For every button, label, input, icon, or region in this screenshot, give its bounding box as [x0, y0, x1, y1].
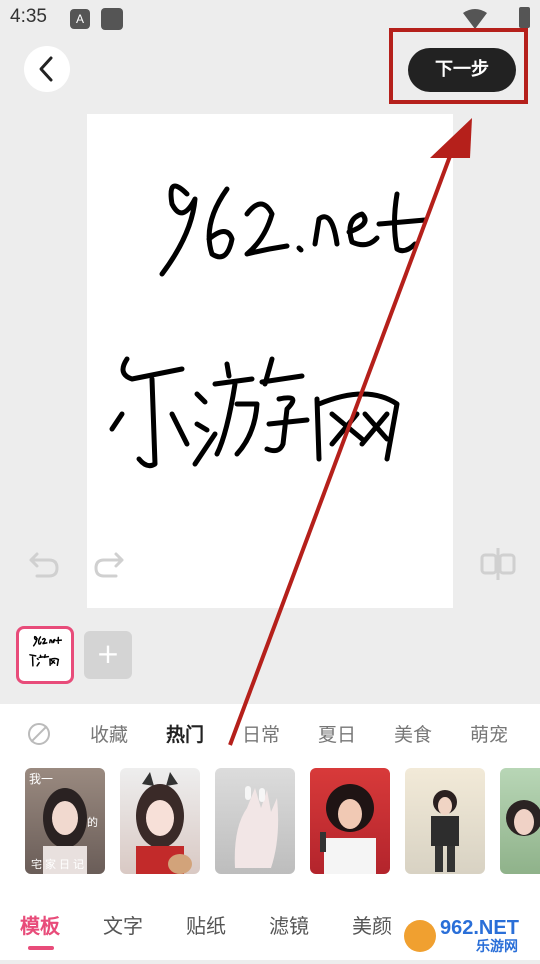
category-summer[interactable]: 夏日	[318, 720, 356, 747]
template-image-3	[234, 786, 279, 868]
tab-template[interactable]: 模板	[20, 910, 60, 939]
template-1-bottom-text: 宅家日记	[31, 858, 87, 871]
undo-icon[interactable]	[27, 546, 61, 580]
tab-text[interactable]: 文字	[103, 910, 143, 939]
status-bar: 4:35 A	[0, 0, 540, 38]
tab-filter[interactable]: 滤镜	[269, 910, 309, 939]
template-1-side-text: 的	[87, 816, 98, 829]
template-card-2[interactable]	[120, 768, 200, 874]
drawing-canvas[interactable]	[29, 114, 516, 608]
watermark: 962.NET 乐游网	[400, 906, 540, 960]
center-align-icon[interactable]	[480, 546, 516, 582]
template-card-6[interactable]	[500, 768, 540, 874]
notification-a-icon: A	[70, 9, 90, 29]
category-pets[interactable]: 萌宠	[470, 720, 508, 747]
template-card-1[interactable]: 我一 的 宅家日记	[25, 768, 105, 874]
template-card-3[interactable]	[215, 768, 295, 874]
template-image-6	[506, 800, 540, 836]
tab-sticker[interactable]: 贴纸	[186, 910, 226, 939]
template-image-2	[136, 772, 192, 874]
template-1-top-text: 我一	[29, 772, 54, 786]
plus-icon: +	[96, 637, 120, 670]
category-food[interactable]: 美食	[394, 720, 432, 747]
template-image-5	[431, 790, 459, 872]
category-daily[interactable]: 日常	[242, 720, 280, 747]
category-favorites[interactable]: 收藏	[90, 720, 128, 747]
notification-app-icon	[101, 8, 123, 30]
active-tab-indicator	[28, 946, 54, 950]
next-step-button[interactable]: 下一步	[408, 48, 516, 92]
tab-beauty[interactable]: 美颜	[352, 910, 392, 939]
template-image-4	[320, 784, 376, 874]
watermark-subtitle: 乐游网	[476, 939, 518, 955]
back-chevron-icon	[39, 56, 53, 82]
template-card-4[interactable]	[310, 768, 390, 874]
watermark-logo: 962.NET	[404, 917, 519, 952]
battery-icon	[519, 7, 530, 28]
template-card-5[interactable]	[405, 768, 485, 874]
category-hot[interactable]: 热门	[166, 720, 204, 747]
add-page-button[interactable]: +	[84, 631, 132, 679]
wifi-icon	[463, 9, 487, 29]
handwriting-drawing	[109, 183, 428, 469]
redo-icon[interactable]	[92, 546, 126, 580]
category-bar: 收藏 热门 日常 夏日 美食 萌宠	[0, 704, 540, 760]
page-thumbnail[interactable]	[16, 626, 74, 684]
thumbnail-handwriting	[29, 635, 63, 667]
status-time: 4:35	[10, 6, 47, 27]
no-filter-icon[interactable]	[28, 723, 50, 745]
back-button[interactable]	[24, 46, 70, 92]
